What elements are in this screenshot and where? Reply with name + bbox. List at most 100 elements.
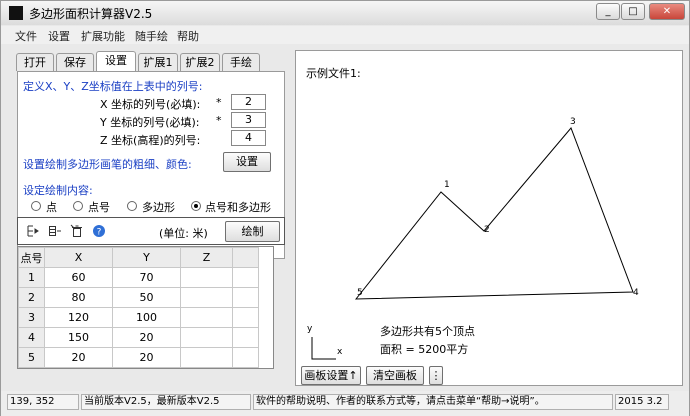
axis-x-label: x <box>337 347 343 357</box>
table-cell[interactable]: 70 <box>112 267 181 288</box>
option-both-radio[interactable] <box>191 201 201 211</box>
table-cell[interactable]: 20 <box>112 347 181 368</box>
z-column-label: Z 坐标(高程)的列号: <box>100 134 201 147</box>
table-cell[interactable] <box>232 307 259 328</box>
vertex-summary: 多边形共有5个顶点 <box>380 325 475 338</box>
option-point-radio[interactable] <box>31 201 41 211</box>
table-cell[interactable]: 50 <box>112 287 181 308</box>
table-row: 4 150 20 <box>18 327 259 348</box>
option-polygon-label: 多边形 <box>142 201 175 214</box>
axis-y-label: y <box>307 324 313 334</box>
table-row: 1 60 70 <box>18 267 259 288</box>
draw-button[interactable]: 绘制 <box>225 221 280 242</box>
axis-lines <box>311 337 336 360</box>
table-cell[interactable]: 20 <box>112 327 181 348</box>
draw-content-label: 设定绘制内容: <box>23 184 93 197</box>
x-required-mark: * <box>216 96 222 109</box>
menu-freehand[interactable]: 随手绘 <box>135 28 168 44</box>
table-cell[interactable] <box>180 347 233 368</box>
help-icon[interactable]: ? <box>92 224 106 238</box>
minimize-button[interactable]: _ <box>596 3 620 20</box>
svg-text:?: ? <box>97 228 102 238</box>
more-button[interactable]: ⋮ <box>429 366 443 385</box>
column-section-title: 定义X、Y、Z坐标值在上表中的列号: <box>23 80 203 93</box>
append-row-icon[interactable] <box>48 224 62 238</box>
x-column-label: X 坐标的列号(必填): <box>100 98 201 111</box>
table-row: 5 20 20 <box>18 347 259 368</box>
close-button[interactable]: ✕ <box>649 3 685 20</box>
column-header-y[interactable]: Y <box>112 247 181 268</box>
option-point-number-radio[interactable] <box>73 201 83 211</box>
table-cell[interactable] <box>232 327 259 348</box>
tab-open[interactable]: 打开 <box>16 53 54 71</box>
table-cell[interactable]: 4 <box>18 327 45 348</box>
title-bar: 多边形面积计算器V2.5 _ □ ✕ <box>1 1 689 25</box>
status-version: 当前版本V2.5，最新版本V2.5 <box>81 394 251 410</box>
menu-bar: 文件 设置 扩展功能 随手绘 帮助 <box>1 26 689 44</box>
table-toolbar: ? (单位: 米) 绘制 <box>17 217 285 245</box>
table-cell[interactable]: 5 <box>18 347 45 368</box>
table-row: 2 80 50 <box>18 287 259 308</box>
table-cell[interactable] <box>180 307 233 328</box>
z-column-input[interactable]: 4 <box>231 130 266 146</box>
app-icon <box>9 6 23 20</box>
app-window: 多边形面积计算器V2.5 _ □ ✕ 文件 设置 扩展功能 随手绘 帮助 打开 … <box>0 0 690 416</box>
maximize-button[interactable]: □ <box>621 3 645 20</box>
point-label-1: 1 <box>444 180 450 190</box>
table-cell[interactable] <box>180 327 233 348</box>
pen-settings-button[interactable]: 设置 <box>223 152 271 172</box>
column-header-extra <box>232 247 259 268</box>
table-cell[interactable] <box>232 287 259 308</box>
tab-save[interactable]: 保存 <box>56 53 94 71</box>
x-column-input[interactable]: 2 <box>231 94 266 110</box>
points-table[interactable]: 点号 X Y Z 1 60 70 2 80 50 3 120 100 4 150… <box>17 246 274 369</box>
menu-help[interactable]: 帮助 <box>177 28 199 44</box>
table-cell[interactable]: 100 <box>112 307 181 328</box>
table-cell[interactable]: 60 <box>44 267 113 288</box>
point-label-2: 2 <box>484 225 490 235</box>
column-header-z[interactable]: Z <box>180 247 233 268</box>
insert-row-icon[interactable] <box>26 224 40 238</box>
option-polygon-radio[interactable] <box>127 201 137 211</box>
table-cell[interactable]: 150 <box>44 327 113 348</box>
table-cell[interactable]: 80 <box>44 287 113 308</box>
tab-freehand[interactable]: 手绘 <box>222 53 260 71</box>
point-label-5: 5 <box>357 288 363 298</box>
table-cell[interactable] <box>232 347 259 368</box>
table-cell[interactable]: 2 <box>18 287 45 308</box>
table-row: 3 120 100 <box>18 307 259 328</box>
drawing-canvas[interactable]: 示例文件1: 1 2 3 4 5 y x 多边形共有5个顶点 面积 = 5200… <box>295 50 683 386</box>
menu-extensions[interactable]: 扩展功能 <box>81 28 125 44</box>
table-cell[interactable]: 20 <box>44 347 113 368</box>
table-cell[interactable] <box>180 287 233 308</box>
table-cell[interactable]: 120 <box>44 307 113 328</box>
status-bar: 139, 352 当前版本V2.5，最新版本V2.5 软件的帮助说明、作者的联系… <box>1 391 689 416</box>
table-cell[interactable] <box>180 267 233 288</box>
unit-label: (单位: 米) <box>159 227 208 240</box>
column-header-x[interactable]: X <box>44 247 113 268</box>
board-settings-button[interactable]: 画板设置↑ <box>301 366 361 385</box>
tab-settings[interactable]: 设置 <box>96 51 136 72</box>
y-column-label: Y 坐标的列号(必填): <box>100 116 200 129</box>
y-column-input[interactable]: 3 <box>231 112 266 128</box>
table-cell[interactable]: 3 <box>18 307 45 328</box>
delete-row-icon[interactable] <box>70 224 84 238</box>
column-header-id[interactable]: 点号 <box>18 247 45 268</box>
status-date: 2015 3.2 <box>615 394 669 410</box>
option-point-number-label: 点号 <box>88 201 110 214</box>
clear-board-button[interactable]: 清空画板 <box>366 366 424 385</box>
status-coords: 139, 352 <box>7 394 79 410</box>
point-label-4: 4 <box>633 288 639 298</box>
area-result: 面积 = 5200平方 <box>380 343 469 356</box>
table-cell[interactable] <box>232 267 259 288</box>
table-cell[interactable]: 1 <box>18 267 45 288</box>
menu-settings[interactable]: 设置 <box>48 28 70 44</box>
pen-settings-label: 设置绘制多边形画笔的粗细、颜色: <box>23 158 192 171</box>
point-label-3: 3 <box>570 117 576 127</box>
polygon-drawing: 1 2 3 4 5 y x <box>307 117 639 360</box>
table-header-row: 点号 X Y Z <box>18 247 259 268</box>
y-required-mark: * <box>216 114 222 127</box>
tab-ext2[interactable]: 扩展2 <box>180 53 220 71</box>
menu-file[interactable]: 文件 <box>15 28 37 44</box>
tab-ext1[interactable]: 扩展1 <box>138 53 178 71</box>
